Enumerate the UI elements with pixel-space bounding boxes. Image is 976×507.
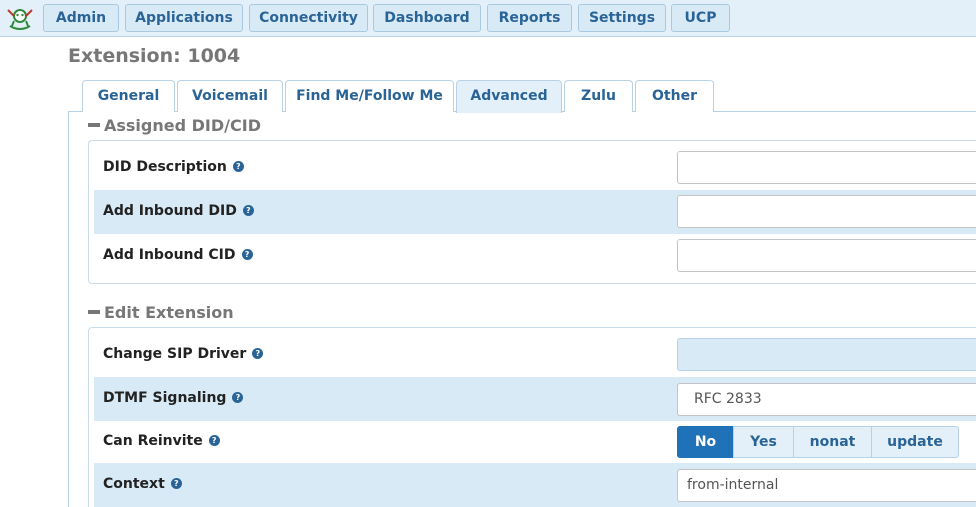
field-label: DTMF Signaling xyxy=(103,390,227,406)
nav-settings[interactable]: Settings xyxy=(578,4,666,32)
help-icon[interactable]: ? xyxy=(232,391,244,403)
change-sip-driver-field[interactable] xyxy=(677,338,976,371)
reinvite-option-no[interactable]: No xyxy=(677,426,734,458)
section-title: Edit Extension xyxy=(104,303,234,322)
help-icon[interactable]: ? xyxy=(242,204,254,216)
did-description-input[interactable] xyxy=(677,151,976,184)
nav-ucp[interactable]: UCP xyxy=(671,4,730,32)
help-icon[interactable]: ? xyxy=(241,248,253,260)
content-border xyxy=(68,112,69,507)
nav-applications[interactable]: Applications xyxy=(125,4,243,32)
field-label: Context xyxy=(103,476,165,492)
reinvite-option-update[interactable]: update xyxy=(871,426,959,458)
section-header-edit-extension[interactable]: Edit Extension xyxy=(88,303,234,322)
collapse-icon[interactable] xyxy=(88,310,100,314)
section-title: Assigned DID/CID xyxy=(104,116,261,135)
help-icon[interactable]: ? xyxy=(252,347,264,359)
field-label: Add Inbound DID xyxy=(103,203,237,219)
section-header-assigned[interactable]: Assigned DID/CID xyxy=(88,116,261,135)
reinvite-option-yes[interactable]: Yes xyxy=(733,426,794,458)
dtmf-signaling-select[interactable]: RFC 2833 xyxy=(677,383,976,416)
nav-connectivity[interactable]: Connectivity xyxy=(249,4,368,32)
help-icon[interactable]: ? xyxy=(208,434,220,446)
nav-admin[interactable]: Admin xyxy=(43,4,119,32)
field-label: Change SIP Driver xyxy=(103,346,247,362)
field-label: DID Description xyxy=(103,159,227,175)
field-label: Add Inbound CID xyxy=(103,247,236,263)
tab-other[interactable]: Other xyxy=(635,80,714,112)
page-title: Extension: 1004 xyxy=(68,45,241,67)
nav-reports[interactable]: Reports xyxy=(487,4,572,32)
help-icon[interactable]: ? xyxy=(170,477,182,489)
add-inbound-cid-input[interactable] xyxy=(677,239,976,272)
tab-advanced[interactable]: Advanced xyxy=(456,80,562,113)
nav-dashboard[interactable]: Dashboard xyxy=(373,4,481,32)
collapse-icon[interactable] xyxy=(88,123,100,127)
reinvite-option-nonat[interactable]: nonat xyxy=(793,426,872,458)
freepbx-logo-icon[interactable] xyxy=(2,4,38,32)
tab-find-me-follow-me[interactable]: Find Me/Follow Me xyxy=(285,80,454,112)
tab-general[interactable]: General xyxy=(82,80,175,112)
context-input[interactable]: from-internal xyxy=(677,469,976,502)
tab-zulu[interactable]: Zulu xyxy=(564,80,633,112)
add-inbound-did-input[interactable] xyxy=(677,195,976,228)
field-label: Can Reinvite xyxy=(103,433,203,449)
tab-voicemail[interactable]: Voicemail xyxy=(177,80,283,112)
help-icon[interactable]: ? xyxy=(232,160,244,172)
top-navbar: Admin Applications Connectivity Dashboar… xyxy=(0,0,976,37)
